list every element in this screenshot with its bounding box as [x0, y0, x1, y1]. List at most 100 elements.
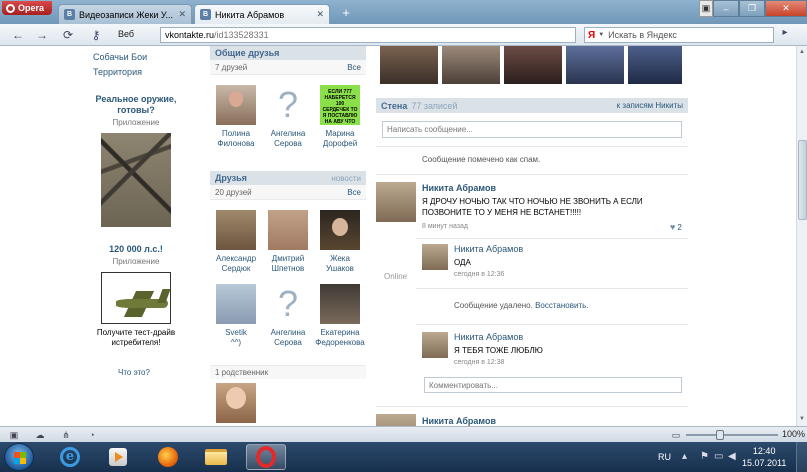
start-button[interactable] [4, 443, 34, 471]
reload-icon[interactable]: ⟳ [60, 27, 76, 43]
friend-last-name[interactable]: Сердюк [210, 264, 262, 274]
friend-photo[interactable] [320, 210, 360, 250]
taskbar-opera[interactable] [246, 444, 286, 470]
search-go-icon[interactable]: ▸ [778, 27, 792, 43]
friend-photo[interactable] [320, 284, 360, 324]
chevron-down-icon[interactable]: ▼ [598, 32, 604, 38]
scrollbar-thumb[interactable] [798, 140, 807, 220]
friend-card[interactable]: Svetik ^^) [210, 284, 262, 348]
close-icon[interactable]: ✕ [316, 9, 324, 20]
friend-first-name[interactable]: Ангелина [262, 328, 314, 338]
comment-input[interactable]: Комментировать... [424, 377, 682, 393]
tab-profile[interactable]: B Никита Абрамов ✕ [194, 4, 330, 24]
close-icon[interactable]: ✕ [178, 9, 186, 20]
close-window-button[interactable]: ✕ [765, 0, 807, 17]
friends-title[interactable]: Друзья [215, 173, 247, 183]
ad-jet[interactable]: 120 000 л.с.! Приложение Получите тест-д… [86, 244, 186, 348]
friends-all-link[interactable]: Все [347, 188, 361, 197]
comment-avatar[interactable] [422, 244, 448, 270]
friend-first-name[interactable]: Полина [210, 129, 262, 139]
friend-photo[interactable] [216, 210, 256, 250]
friends-news-link[interactable]: новости [331, 174, 361, 183]
share-icon[interactable]: ⋔ [60, 429, 72, 441]
ad-weapons[interactable]: Реальное оружие, готовы? Приложение [86, 94, 186, 227]
friend-first-name[interactable]: Александр [210, 254, 262, 264]
friend-photo[interactable] [268, 210, 308, 250]
comment-avatar[interactable] [422, 332, 448, 358]
friend-card[interactable]: ? Ангелина Серова [262, 284, 314, 348]
friend-first-name[interactable]: Дмитрий [262, 254, 314, 264]
volume-icon[interactable]: ◀ [728, 451, 736, 462]
friend-photo[interactable] [216, 284, 256, 324]
monitor-icon[interactable]: ▭ [714, 451, 723, 462]
flag-icon[interactable]: ⚑ [700, 451, 709, 462]
forward-arrow-icon[interactable]: → [34, 27, 50, 43]
ad-image-jet[interactable] [101, 272, 171, 324]
friend-last-name[interactable]: Шпетнов [262, 264, 314, 274]
search-input[interactable]: Я ▼ Искать в Яндекс [584, 27, 774, 43]
friend-last-name[interactable]: Серова [262, 338, 314, 348]
friend-card[interactable]: Жека Ушаков [314, 210, 366, 274]
post-avatar[interactable] [376, 182, 416, 222]
friend-card[interactable]: Александр Сердюк [210, 210, 262, 274]
photo-thumb[interactable] [442, 46, 500, 84]
ad-image-weapons[interactable] [101, 133, 171, 227]
taskbar-media-player[interactable] [98, 444, 138, 470]
address-input[interactable]: vkontakte.ru/id133528331 [160, 27, 576, 43]
friend-first-name[interactable]: Svetik [210, 328, 262, 338]
zoom-level[interactable]: 100% [782, 429, 805, 439]
friend-last-name[interactable]: Федоренкова [314, 338, 366, 348]
post-author[interactable]: Никита Абрамов [422, 183, 496, 193]
friend-first-name[interactable]: Екатерина [314, 328, 366, 338]
ad-title[interactable]: Реальное оружие, готовы? [86, 94, 186, 116]
photo-thumb[interactable] [504, 46, 562, 84]
comment-time[interactable]: сегодня в 12:36 [454, 271, 504, 278]
system-clock[interactable]: 12:40 15.07.2011 [742, 445, 786, 469]
like-button[interactable]: ♥ 2 [670, 222, 682, 232]
ad-title[interactable]: 120 000 л.с.! [86, 244, 186, 255]
view-icon[interactable]: ▭ [670, 429, 682, 441]
restore-link[interactable]: Восстановить. [535, 301, 588, 310]
menu-item-territory[interactable]: Территория [93, 65, 147, 80]
friend-card[interactable]: Екатерина Федоренкова [314, 284, 366, 348]
taskbar-explorer[interactable] [196, 444, 236, 470]
wall-post-input[interactable]: Написать сообщение... [382, 121, 682, 138]
friend-last-name[interactable]: ^^) [210, 338, 262, 348]
key-icon[interactable]: ⚷ [88, 27, 104, 43]
tab-videos[interactable]: B Видеозаписи Жеки У... ✕ [58, 4, 192, 24]
comment-author[interactable]: Никита Абрамов [454, 332, 523, 342]
back-arrow-icon[interactable]: ← [10, 27, 26, 43]
post-time[interactable]: 8 минут назад [422, 223, 468, 230]
page-scrollbar[interactable]: ▲ ▼ [796, 46, 807, 426]
friend-first-name[interactable]: Жека [314, 254, 366, 264]
language-indicator[interactable]: RU [658, 452, 671, 462]
mutual-all-link[interactable]: Все [347, 63, 361, 72]
mutual-friends-header[interactable]: Общие друзья [210, 46, 366, 60]
relative-card[interactable] [210, 383, 262, 426]
friend-last-name[interactable]: Дорофей [314, 139, 366, 149]
menu-item-dog-fights[interactable]: Собачьи Бои [93, 50, 147, 65]
photo-thumb[interactable] [380, 46, 438, 84]
zoom-slider-handle[interactable] [716, 430, 724, 440]
restore-button[interactable]: ❐ [739, 0, 765, 17]
panel-toggle-icon[interactable]: ▣ [8, 429, 20, 441]
relative-photo[interactable] [216, 383, 256, 423]
taskbar-ie[interactable]: e [50, 444, 90, 470]
comment-author[interactable]: Никита Абрамов [454, 244, 523, 254]
friend-photo-text[interactable]: ЕСЛИ 777 НАБЕРЕТСЯ 100 СЕРДЕЧЕК ТО Я ПОС… [320, 85, 360, 125]
to-posts-link[interactable]: к записям Никиты [617, 101, 683, 110]
scroll-down-icon[interactable]: ▼ [799, 416, 805, 422]
taskbar-firefox[interactable] [148, 444, 188, 470]
comment-time[interactable]: сегодня в 12:38 [454, 359, 504, 366]
chevron-up-icon[interactable]: ▴ [682, 451, 687, 462]
scroll-up-icon[interactable]: ▲ [799, 49, 805, 55]
question-mark-icon[interactable]: ? [268, 284, 308, 324]
cloud-icon[interactable]: ☁ [34, 429, 46, 441]
speed-dial-icon[interactable]: ◔ [86, 429, 98, 441]
trash-icon[interactable]: ▣ [699, 0, 713, 17]
friend-card[interactable]: ? Ангелина Серова [262, 85, 314, 149]
photo-thumb[interactable] [628, 46, 682, 84]
friend-card[interactable]: ЕСЛИ 777 НАБЕРЕТСЯ 100 СЕРДЕЧЕК ТО Я ПОС… [314, 85, 366, 149]
show-desktop-button[interactable] [796, 442, 807, 472]
zoom-slider[interactable] [686, 434, 778, 436]
